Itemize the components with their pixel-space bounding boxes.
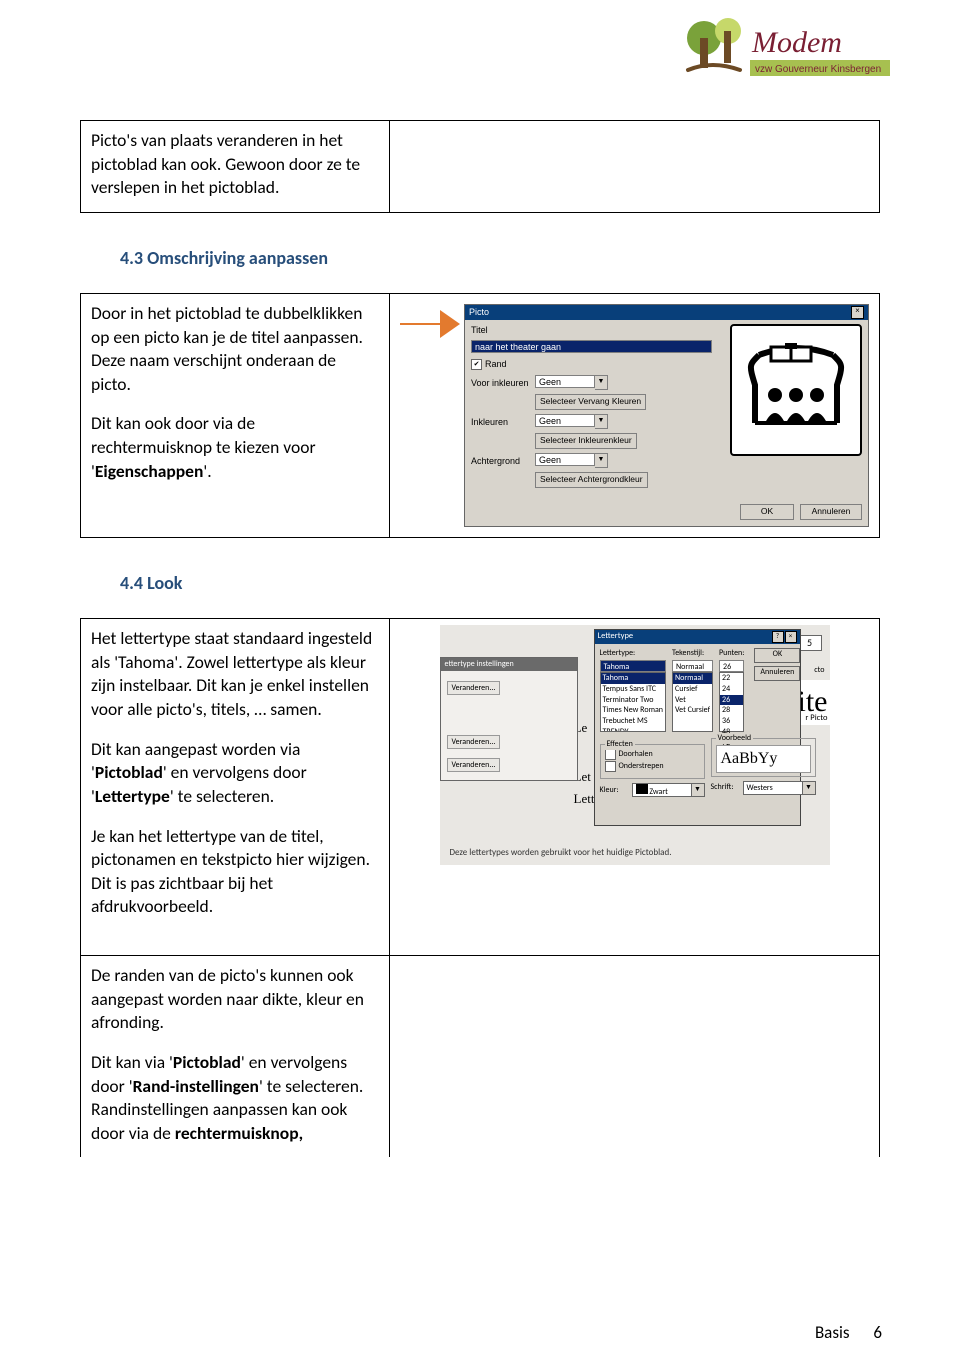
rand-checkbox[interactable]: ✔ [471, 359, 482, 370]
label-punten: Punten: [719, 648, 744, 659]
help-icon[interactable]: ? [772, 631, 784, 643]
cell-text: Door in het pictoblad te dubbelklikken o… [80, 293, 390, 538]
label-doorhalen: Doorhalen [619, 749, 653, 760]
close-icon[interactable]: × [785, 631, 797, 643]
svg-text:vzw Gouverneur Kinsbergen: vzw Gouverneur Kinsbergen [755, 64, 881, 75]
chevron-down-icon[interactable]: ▼ [595, 414, 608, 429]
label-achtergrond: Achtergrond [471, 455, 529, 467]
label-inkleuren: Inkleuren [471, 416, 529, 428]
label-onderstrepen: Onderstrepen [619, 761, 664, 772]
row-look: Het lettertype staat standaard ingesteld… [80, 618, 880, 955]
cell-image: Picto × Titel naar het theater gaan [390, 293, 880, 538]
text-block: Het lettertype staat standaard ingesteld… [91, 627, 379, 722]
row-picto-move: Picto's van plaats veranderen in het pic… [80, 120, 880, 213]
font-dialog: Lettertype ? × Lettertype: Tahoma [594, 629, 801, 826]
brand-logo: Modem vzw Gouverneur Kinsbergen [680, 14, 890, 94]
inkleuren-select[interactable]: Geen [535, 414, 595, 427]
page-footer: Basis 6 [815, 1322, 882, 1343]
text-r-picto: r Picto [805, 713, 827, 724]
chevron-down-icon[interactable]: ▼ [595, 375, 608, 390]
tekenstijl-list[interactable]: Normaal Cursief Vet Vet Cursief [672, 672, 713, 732]
veranderen-button-2[interactable]: Veranderen... [447, 735, 501, 749]
label-rand: Rand [485, 358, 507, 370]
achtergrond-select[interactable]: Geen [535, 453, 595, 466]
tekenstijl-input[interactable]: Normaal [672, 660, 713, 672]
back-dialog-title: ettertype instellingen [441, 658, 577, 671]
dialog-title: Picto [469, 306, 489, 318]
kleur-select[interactable]: Zwart [632, 783, 692, 797]
title-input[interactable]: naar het theater gaan [471, 340, 712, 353]
cancel-button[interactable]: Annuleren [800, 504, 862, 520]
doorhalen-checkbox[interactable] [605, 749, 616, 760]
page-number: 6 [873, 1322, 882, 1343]
onderstrepen-checkbox[interactable] [605, 761, 616, 772]
text-block: Dit kan via 'Pictoblad' en vervolgens do… [91, 1051, 379, 1146]
text-block: Door in het pictoblad te dubbelklikken o… [91, 302, 379, 397]
text-block: Dit kan ook door via de rechtermuisknop … [91, 412, 379, 483]
veranderen-button-3[interactable]: Veranderen... [447, 758, 501, 772]
heading-4.3: 4.3 Omschrijving aanpassen [120, 247, 880, 269]
arrow-icon [400, 304, 460, 351]
ok-button[interactable]: OK [740, 504, 794, 520]
chevron-down-icon[interactable]: ▼ [595, 453, 608, 468]
row-randen: De randen van de picto's kunnen ook aang… [80, 955, 880, 1157]
cell-text: Picto's van plaats veranderen in het pic… [80, 120, 390, 213]
text-block: Dit kan aangepast worden via 'Pictoblad'… [91, 738, 379, 809]
footer-label: Basis [815, 1322, 850, 1343]
text-block: Picto's van plaats veranderen in het pic… [91, 129, 379, 200]
font-settings-screenshot: 5 cto Tite r Picto Le Let Lett ettertype… [440, 625, 830, 865]
font-settings-back-dialog: ettertype instellingen Veranderen... Ver… [440, 657, 578, 781]
heading-4.4: 4.4 Look [120, 572, 880, 594]
text-lett: Lett [574, 790, 595, 808]
label-titel: Titel [471, 324, 529, 336]
punten-input[interactable]: 26 [719, 660, 744, 672]
veranderen-button-1[interactable]: Veranderen... [447, 681, 501, 695]
picto-preview [730, 324, 862, 456]
voorinkleuren-select[interactable]: Geen [535, 375, 595, 388]
text-cto: cto [814, 665, 824, 676]
select-inkleurenkleur-button[interactable]: Selecteer Inkleurenkleur [535, 433, 637, 449]
row-omschrijving: Door in het pictoblad te dubbelklikken o… [80, 293, 880, 538]
ok-button[interactable]: OK [754, 648, 800, 663]
label-kleur: Kleur: [600, 785, 628, 796]
label-lettertype: Lettertype: [600, 648, 667, 659]
lettertype-list[interactable]: Tahoma Tempus Sans ITC Terminator Two Ti… [600, 672, 667, 732]
font-dialog-footer-text: Deze lettertypes worden gebruikt voor he… [450, 847, 672, 859]
cell-text: De randen van de picto's kunnen ook aang… [80, 955, 390, 1157]
text-block: De randen van de picto's kunnen ook aang… [91, 964, 379, 1035]
picto-properties-dialog: Picto × Titel naar het theater gaan [464, 304, 869, 527]
label-effecten: Effecten [605, 739, 635, 750]
punten-list[interactable]: 22 24 26 28 36 48 72 [719, 672, 744, 732]
label-voorbeeld: Voorbeeld [716, 733, 754, 744]
badge-5: 5 [798, 635, 822, 651]
select-achtergrondkleur-button[interactable]: Selecteer Achtergrondkleur [535, 472, 648, 488]
chevron-down-icon[interactable]: ▼ [803, 781, 816, 795]
label-schrift: Schrift: [711, 782, 739, 793]
cell-image: 5 cto Tite r Picto Le Let Lett ettertype… [390, 618, 880, 955]
svg-text:Modem: Modem [751, 26, 842, 59]
label-tekenstijl: Tekenstijl: [672, 648, 713, 659]
lettertype-input[interactable]: Tahoma [600, 660, 667, 672]
close-icon[interactable]: × [851, 306, 864, 319]
select-vervang-kleuren-button[interactable]: Selecteer Vervang Kleuren [535, 394, 646, 410]
sample-text: AaBbYy [716, 745, 811, 773]
font-dialog-title: Lettertype [598, 631, 634, 642]
cancel-button[interactable]: Annuleren [754, 666, 800, 681]
cell-image-empty [390, 120, 880, 213]
cell-image-empty [390, 955, 880, 1157]
chevron-down-icon[interactable]: ▼ [692, 783, 705, 797]
cell-text: Het lettertype staat standaard ingesteld… [80, 618, 390, 955]
text-block: Je kan het lettertype van de titel, pict… [91, 825, 379, 920]
dialog-titlebar: Picto × [465, 305, 868, 320]
label-voorinkleuren: Voor inkleuren [471, 377, 529, 389]
schrift-select[interactable]: Westers [743, 781, 803, 795]
